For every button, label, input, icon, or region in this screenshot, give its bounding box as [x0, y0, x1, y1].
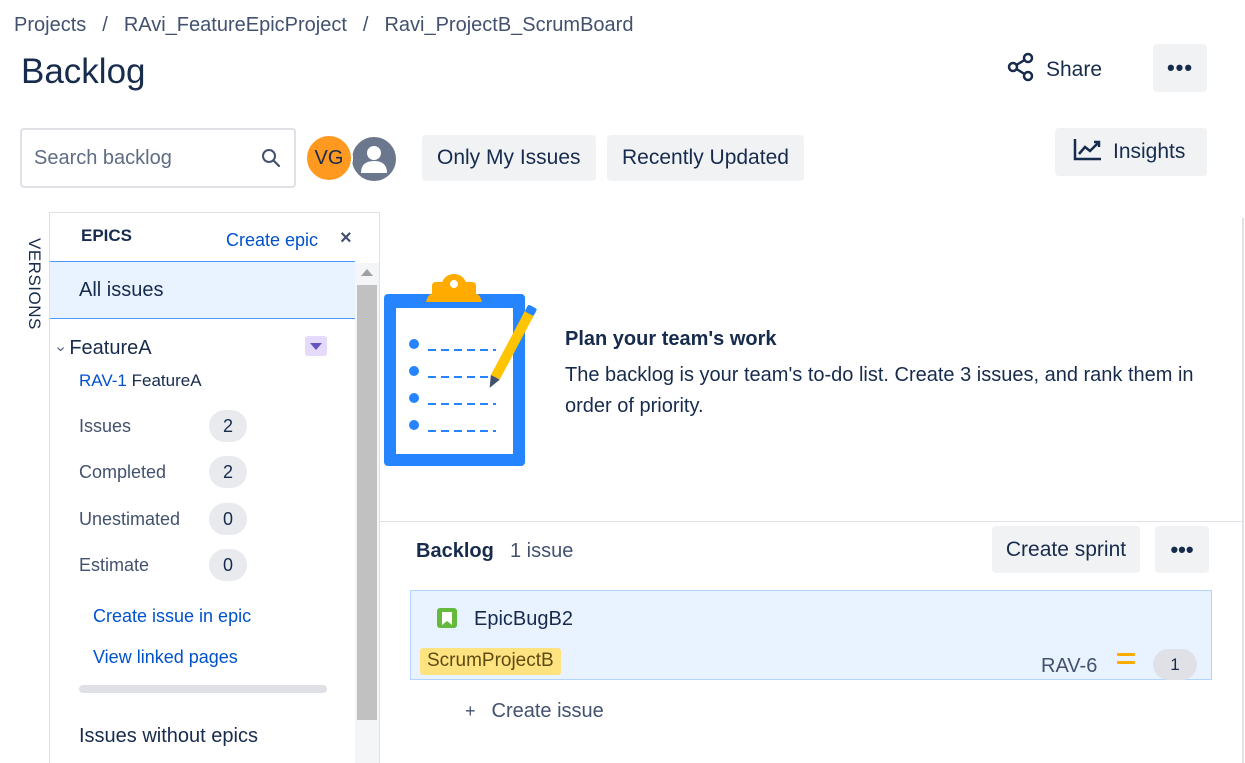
empty-state-description: The backlog is your team's to-do list. C…	[565, 364, 1194, 417]
all-issues-item[interactable]: All issues	[50, 261, 355, 319]
insights-button[interactable]: Insights	[1055, 128, 1207, 176]
epic-key-name: FeatureA	[131, 371, 202, 390]
user-icon	[361, 146, 387, 173]
backlog-section-title: Backlog	[416, 540, 494, 562]
share-label: Share	[1046, 58, 1103, 81]
section-divider	[380, 521, 1242, 522]
create-issue-button[interactable]: + Create issue	[465, 700, 604, 723]
versions-tab[interactable]: VERSIONS	[22, 238, 46, 330]
insights-label: Insights	[1113, 140, 1186, 163]
breadcrumb-board[interactable]: Ravi_ProjectB_ScrumBoard	[384, 14, 633, 37]
create-epic-link[interactable]: Create epic	[226, 230, 318, 251]
empty-state-title: Plan your team's work	[565, 328, 777, 350]
epic-key-line: RAV-1 FeatureA	[79, 371, 202, 391]
issue-estimate-badge: 1	[1153, 649, 1197, 680]
versions-tab-label: VERSIONS	[25, 238, 44, 330]
stat-issues-label: Issues	[79, 416, 132, 436]
stat-completed-badge: 2	[209, 456, 247, 488]
search-icon[interactable]	[260, 147, 282, 169]
create-issue-label: Create issue	[491, 700, 604, 722]
avatar-vg[interactable]: VG	[305, 134, 353, 182]
issues-without-epics-item[interactable]: Issues without epics	[79, 725, 258, 748]
create-issue-in-epic-link[interactable]: Create issue in epic	[93, 606, 251, 627]
epics-scrollbar[interactable]	[355, 263, 379, 763]
breadcrumb-separator: /	[362, 14, 369, 36]
backlog-more-button[interactable]: •••	[1155, 526, 1209, 573]
epic-key-link[interactable]: RAV-1	[79, 371, 127, 390]
issue-summary: EpicBugB2	[474, 608, 573, 630]
issue-epic-label[interactable]: ScrumProjectB	[420, 648, 561, 675]
scrollbar-thumb[interactable]	[357, 285, 377, 720]
epics-panel: EPICS Create epic × All issues › Feature…	[49, 212, 380, 763]
page-title: Backlog	[21, 52, 146, 91]
search-input[interactable]	[34, 146, 254, 170]
epics-title: EPICS	[81, 226, 133, 245]
share-button[interactable]: Share	[1000, 50, 1108, 90]
breadcrumb-project[interactable]: RAvi_FeatureEpicProject	[124, 14, 347, 37]
epic-toggle[interactable]: › FeatureA	[53, 337, 152, 360]
plus-icon: +	[465, 701, 476, 721]
avatar-default-user[interactable]	[349, 134, 399, 184]
epic-color-dropdown[interactable]	[305, 336, 327, 356]
filter-only-my-issues[interactable]: Only My Issues	[422, 135, 596, 181]
epic-progress-bar	[79, 685, 327, 693]
chevron-down-icon: ›	[52, 345, 70, 352]
medium-priority-icon	[1117, 651, 1135, 665]
panel-right-border	[1242, 218, 1244, 763]
share-icon	[1006, 52, 1036, 88]
search-box	[20, 128, 296, 188]
breadcrumb-projects[interactable]: Projects	[14, 14, 86, 37]
stat-issues-badge: 2	[209, 410, 247, 442]
clipboard-illustration	[380, 272, 545, 472]
scroll-up-arrow-icon[interactable]	[361, 269, 373, 276]
backlog-issue-count: 1 issue	[510, 540, 574, 562]
breadcrumb-separator: /	[102, 14, 108, 36]
create-sprint-button[interactable]: Create sprint	[992, 526, 1140, 573]
backlog-issue-row[interactable]: EpicBugB2 ScrumProjectB RAV-6 1	[410, 590, 1212, 680]
stat-unestimated-label: Unestimated	[79, 509, 181, 529]
close-icon[interactable]: ×	[340, 227, 352, 250]
stat-estimate-badge: 0	[209, 549, 247, 581]
issue-key[interactable]: RAV-6	[1041, 655, 1097, 678]
story-icon	[437, 608, 457, 628]
view-linked-pages-link[interactable]: View linked pages	[93, 647, 238, 668]
filter-recently-updated[interactable]: Recently Updated	[607, 135, 804, 181]
more-actions-button[interactable]: •••	[1153, 44, 1207, 92]
stat-completed-label: Completed	[79, 462, 167, 482]
trending-icon	[1073, 137, 1103, 167]
epic-name: FeatureA	[69, 337, 152, 359]
stat-unestimated-badge: 0	[209, 503, 247, 535]
breadcrumb: Projects / RAvi_FeatureEpicProject / Rav…	[14, 14, 633, 37]
stat-estimate-label: Estimate	[79, 555, 150, 575]
